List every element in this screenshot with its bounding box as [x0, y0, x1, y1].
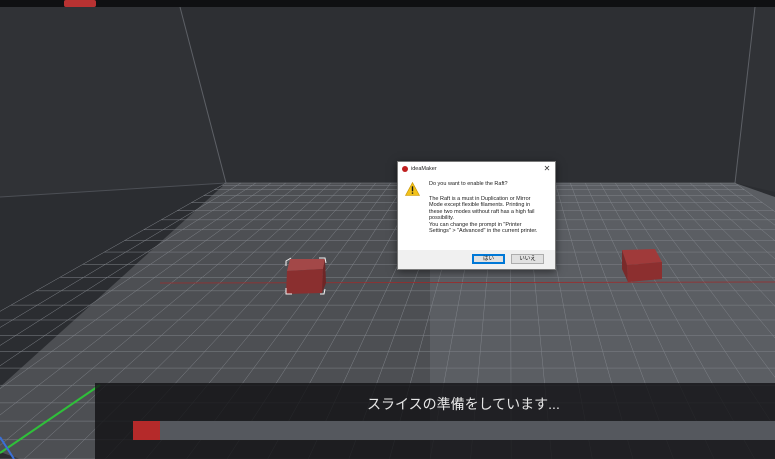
close-icon[interactable]: ✕ — [542, 163, 552, 174]
menu-item[interactable] — [352, 0, 384, 7]
menu-item[interactable] — [128, 0, 160, 7]
ideamaker-app-icon — [402, 166, 408, 172]
slicing-status-text: スライスの準備をしています... — [367, 396, 560, 412]
slicing-overlay: スライスの準備をしています... — [95, 383, 775, 459]
menu-item[interactable] — [384, 0, 416, 7]
menu-item[interactable] — [0, 0, 32, 7]
no-button[interactable]: いいえ — [511, 254, 544, 264]
menu-item[interactable] — [64, 0, 96, 7]
menu-item[interactable] — [32, 0, 64, 7]
menu-item[interactable] — [480, 0, 512, 7]
dialog-titlebar[interactable]: ideaMaker ✕ — [398, 162, 555, 176]
raft-confirm-dialog: ideaMaker ✕ Do you want to enable the Ra… — [397, 161, 556, 270]
menu-item[interactable] — [160, 0, 192, 7]
model-selected[interactable] — [283, 257, 329, 297]
menu-item[interactable] — [320, 0, 352, 7]
top-menu-bar — [0, 0, 775, 7]
menu-item[interactable] — [192, 0, 224, 7]
yes-button[interactable]: はい — [472, 254, 505, 264]
menu-item[interactable] — [448, 0, 480, 7]
back-wall — [180, 7, 755, 183]
model-duplicate[interactable] — [618, 247, 664, 285]
menu-item[interactable] — [416, 0, 448, 7]
slicing-progress-fill — [133, 421, 160, 440]
message-line: Settings" > "Advanced" in the current pr… — [429, 228, 538, 235]
menu-item[interactable] — [224, 0, 256, 7]
dialog-message: The Raft is a must in Duplication or Mir… — [429, 196, 551, 234]
warning-icon — [405, 182, 420, 196]
dialog-title: ideaMaker — [411, 166, 437, 172]
dialog-button-bar: はい いいえ — [398, 250, 555, 269]
slicing-progress-bar — [133, 421, 775, 440]
main-menu — [0, 0, 512, 7]
menu-item[interactable] — [96, 0, 128, 7]
menu-item[interactable] — [256, 0, 288, 7]
menu-item[interactable] — [288, 0, 320, 7]
dialog-question: Do you want to enable the Raft? — [429, 181, 508, 187]
